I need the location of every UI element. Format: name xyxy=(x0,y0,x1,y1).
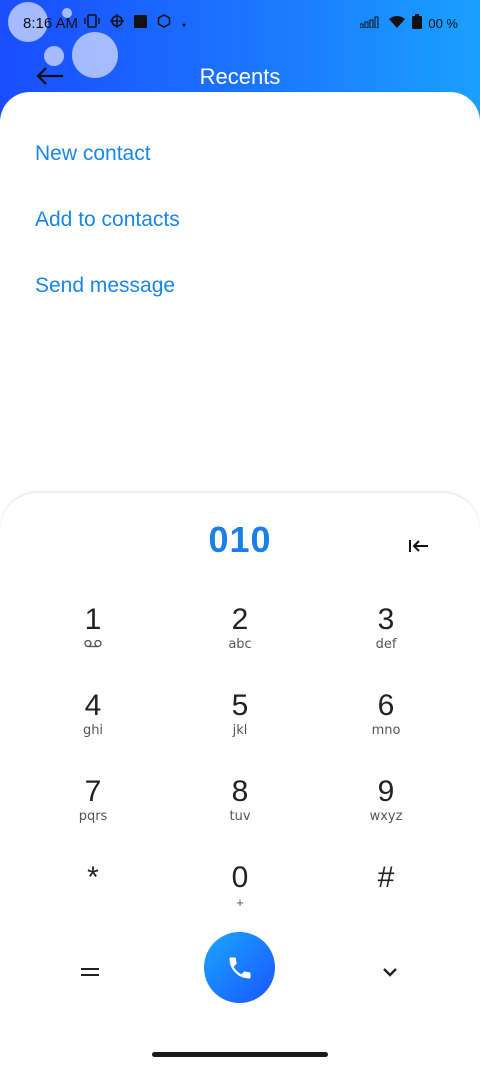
key-letters: abc xyxy=(228,637,252,652)
key-5[interactable]: 5 jkl xyxy=(195,689,285,759)
key-digit: 0 xyxy=(231,861,249,894)
key-digit: 9 xyxy=(377,775,395,808)
voicemail-icon xyxy=(48,637,138,652)
battery-percent: 00 % xyxy=(428,15,458,31)
dialpad-panel: 010 1 2 abc 3 def 4 ghi 5 jkl 6 mno 7 pq… xyxy=(0,492,480,1066)
backspace-button[interactable] xyxy=(404,533,434,559)
key-letters: + xyxy=(236,895,244,910)
key-digit: * xyxy=(87,861,99,894)
key-digit: 1 xyxy=(84,603,102,636)
menu-icon xyxy=(81,968,99,976)
key-2[interactable]: 2 abc xyxy=(195,603,285,673)
new-contact-link[interactable]: New contact xyxy=(35,142,151,166)
key-digit: 4 xyxy=(84,689,102,722)
key-letters: tuv xyxy=(229,809,251,824)
dialer-screen: 8:16 AM 00 % Recents New contact Add to … xyxy=(0,0,480,1066)
key-letters: ghi xyxy=(82,723,104,738)
key-digit: 8 xyxy=(231,775,249,808)
status-time: 8:16 AM xyxy=(23,15,79,32)
app-icon xyxy=(157,14,171,31)
key-letters: wxyz xyxy=(369,809,403,824)
square-icon xyxy=(134,14,147,31)
battery-icon xyxy=(412,14,423,32)
backspace-icon xyxy=(409,540,428,552)
key-8[interactable]: 8 tuv xyxy=(195,775,285,845)
page-title: Recents xyxy=(199,64,281,89)
target-icon xyxy=(110,14,124,31)
key-hash[interactable]: # xyxy=(341,861,431,931)
status-bar: 8:16 AM 00 % xyxy=(0,0,480,46)
key-3[interactable]: 3 def xyxy=(341,603,431,673)
phone-icon xyxy=(229,957,250,978)
key-letters: jkl xyxy=(232,723,248,738)
key-9[interactable]: 9 wxyz xyxy=(341,775,431,845)
status-icons-left xyxy=(84,14,187,31)
key-star[interactable]: * xyxy=(48,861,138,931)
key-6[interactable]: 6 mno xyxy=(341,689,431,759)
key-4[interactable]: 4 ghi xyxy=(48,689,138,759)
key-digit: 7 xyxy=(84,775,102,808)
send-message-link[interactable]: Send message xyxy=(35,274,175,298)
dot-icon xyxy=(181,15,187,31)
call-button[interactable] xyxy=(204,932,275,1003)
vibrate-icon xyxy=(84,14,100,31)
menu-button[interactable] xyxy=(76,963,104,981)
key-1[interactable]: 1 xyxy=(48,603,138,673)
wifi-icon xyxy=(388,15,406,32)
key-digit: 2 xyxy=(231,603,249,636)
key-digit: # xyxy=(377,861,395,894)
key-letters: pqrs xyxy=(78,809,108,824)
home-indicator[interactable] xyxy=(152,1052,328,1057)
key-letters: def xyxy=(375,637,397,652)
status-icons-right: 00 % xyxy=(359,14,458,32)
key-0[interactable]: 0 + xyxy=(195,861,285,931)
key-digit: 5 xyxy=(231,689,249,722)
key-7[interactable]: 7 pqrs xyxy=(48,775,138,845)
collapse-dialpad-button[interactable] xyxy=(376,963,404,981)
chevron-down-icon xyxy=(383,968,397,977)
key-letters: mno xyxy=(371,723,401,738)
key-digit: 3 xyxy=(377,603,395,636)
key-digit: 6 xyxy=(377,689,395,722)
signal-icon xyxy=(359,15,382,31)
add-to-contacts-link[interactable]: Add to contacts xyxy=(35,208,180,232)
